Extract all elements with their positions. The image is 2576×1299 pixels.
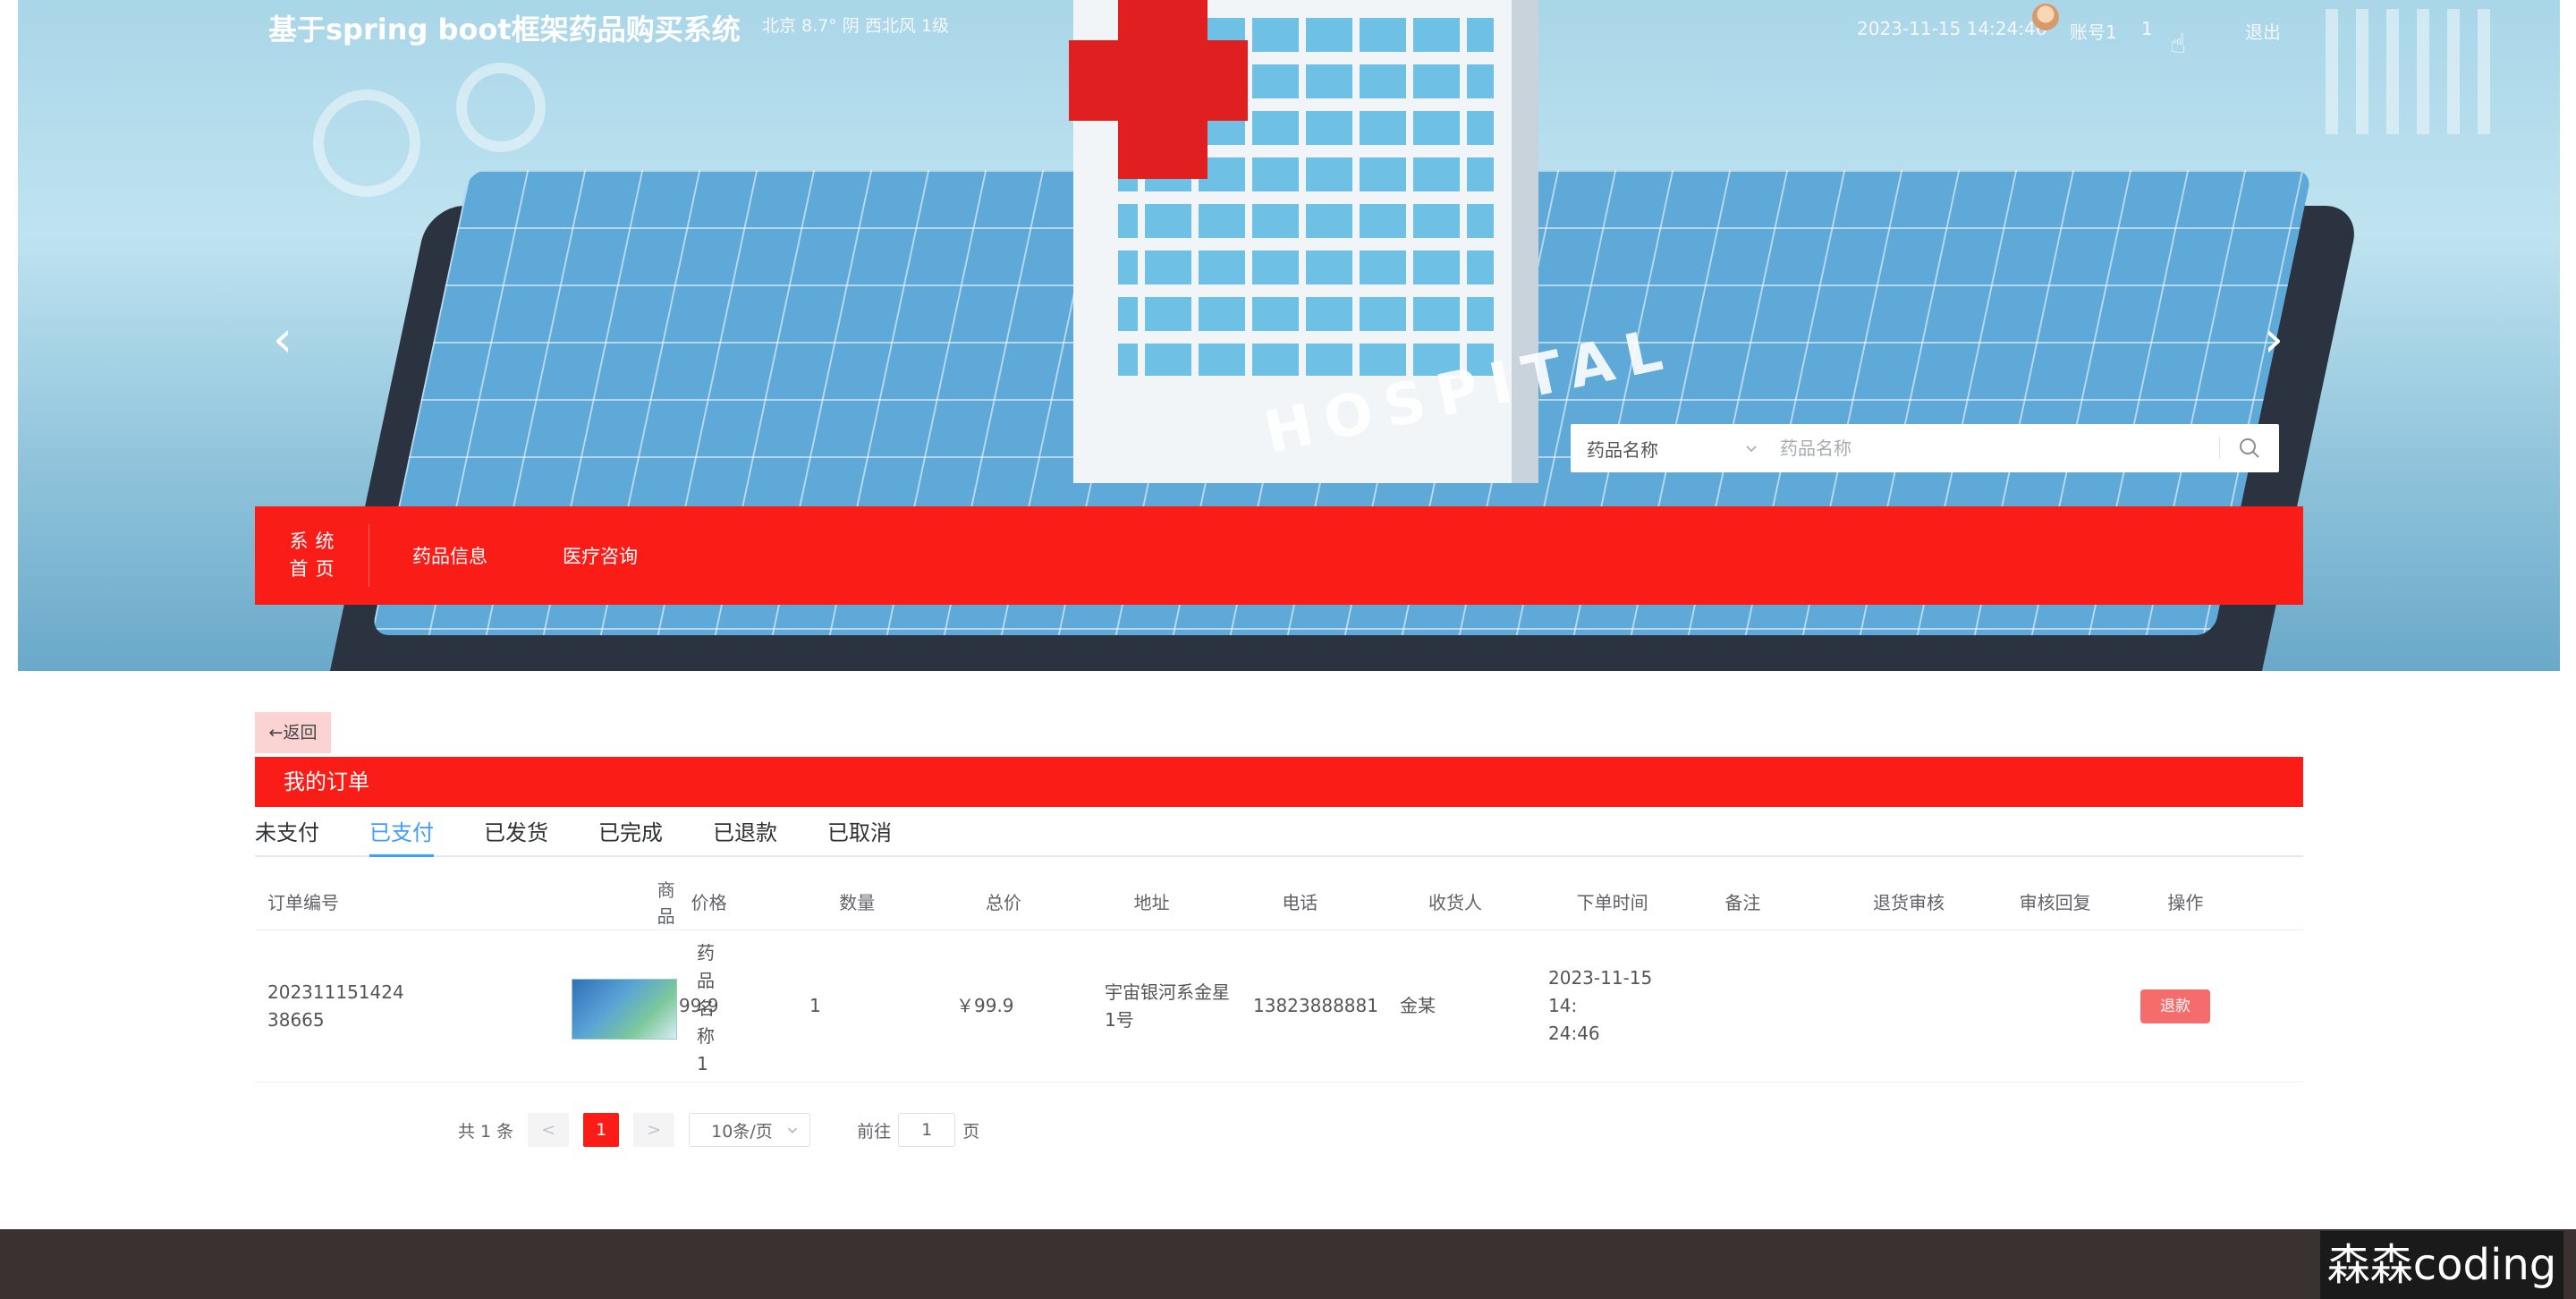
column-header: 收货人	[1428, 892, 1482, 913]
quantity-cell: 1	[809, 995, 821, 1016]
goto-suffix: 页	[962, 1121, 980, 1142]
column-header: 备注	[1724, 892, 1761, 913]
red-cross-icon-bar	[1069, 40, 1248, 121]
account-number: 1	[2141, 18, 2153, 39]
tab-completed[interactable]: 已完成	[598, 816, 663, 857]
carousel-next-arrow[interactable]: ›	[2256, 313, 2292, 367]
order-time-line2: 24:46	[1548, 1023, 1600, 1044]
avatar[interactable]	[2032, 4, 2059, 30]
chevron-down-icon	[1746, 446, 1757, 453]
phone-cell: 13823888881	[1253, 995, 1378, 1016]
site-title: 基于spring boot框架药品购买系统	[268, 13, 741, 47]
tab-cancelled[interactable]: 已取消	[827, 816, 892, 857]
pagination-total: 共 1 条	[458, 1121, 514, 1142]
column-header: 退货审核	[1873, 892, 1945, 913]
column-header: 电话	[1282, 892, 1318, 913]
weather-info: 北京 8.7° 阴 西北风 1级	[762, 16, 949, 36]
orders-table: 订单编号 商品 价格 数量 总价 地址 电话 收货人 下单时间 备注 退货审核 …	[255, 873, 2303, 1082]
column-header: 数量	[839, 892, 876, 913]
video-watermark: 森森coding	[2320, 1231, 2563, 1299]
order-status-tabs: 未支付 已支付 已发货 已完成 已退款 已取消	[255, 816, 2303, 857]
tab-unpaid[interactable]: 未支付	[255, 816, 319, 857]
nav-item-medical-consult[interactable]: 医疗咨询	[563, 542, 670, 569]
pagination-prev-button[interactable]: <	[528, 1113, 570, 1147]
order-number-line2: 38665	[267, 1008, 325, 1031]
nav-home[interactable]: 系统 首页	[255, 524, 369, 587]
column-header: 订单编号	[267, 892, 339, 913]
account-name[interactable]: 账号1	[2070, 18, 2117, 44]
search-field-select[interactable]: 药品名称	[1571, 424, 1776, 472]
decorative-bars	[2326, 9, 2504, 134]
tab-refunded[interactable]: 已退款	[713, 816, 777, 857]
chevron-down-icon	[788, 1127, 798, 1133]
total-cell: ￥99.9	[956, 995, 1014, 1016]
order-number-cell: 202311151424 38665	[255, 979, 404, 1034]
search-button[interactable]	[2220, 424, 2279, 472]
main-nav: 系统 首页 药品信息 医疗咨询	[255, 506, 2303, 605]
order-number-line1: 202311151424	[267, 981, 404, 1003]
search-icon	[2240, 438, 2259, 458]
page-right-gutter	[2560, 0, 2576, 1299]
nav-home-line2: 首页	[289, 558, 342, 580]
goods-name: 药品名称1	[697, 941, 715, 1074]
hero-banner: HOSPITAL ‹ › 基于spring boot框架药品购买系统 北京 8.…	[0, 0, 2576, 671]
carousel-prev-arrow[interactable]: ‹	[265, 313, 301, 367]
table-header: 订单编号 商品 价格 数量 总价 地址 电话 收货人 下单时间 备注 退货审核 …	[255, 873, 2303, 930]
pagination: 共 1 条 < 1 > 10条/页 前往 页	[458, 1113, 979, 1147]
hand-cursor-icon: ☝	[2170, 29, 2187, 60]
order-time-cell: 2023-11-15 14: 24:46	[1536, 964, 1684, 1048]
logout-link[interactable]: 退出	[2245, 18, 2281, 44]
goods-cell: 药品名称1	[403, 930, 715, 1082]
back-button[interactable]: ←返回	[255, 712, 331, 753]
decorative-ring	[456, 63, 546, 152]
page-left-gutter	[0, 0, 18, 671]
table-row: 202311151424 38665 药品名称1 ￥99.9 1 ￥99.9 宇…	[255, 930, 2303, 1082]
column-header: 下单时间	[1576, 892, 1648, 913]
address-line2: 1号	[1105, 1008, 1134, 1031]
page-title: 我的订单	[255, 757, 2303, 807]
column-header: 商品	[657, 879, 675, 927]
column-header: 总价	[985, 892, 1021, 913]
column-header: 操作	[2167, 892, 2204, 913]
address-line1: 宇宙银河系金星	[1105, 981, 1230, 1003]
address-cell: 宇宙银河系金星 1号	[1092, 979, 1241, 1034]
goto-prefix: 前往	[857, 1121, 892, 1142]
pagination-next-button[interactable]: >	[633, 1113, 675, 1147]
order-time-line1: 2023-11-15 14:	[1548, 967, 1653, 1016]
page-size-value: 10条/页	[711, 1121, 773, 1142]
page-size-select[interactable]: 10条/页	[689, 1113, 811, 1147]
current-datetime: 2023-11-15 14:24:46	[1857, 18, 2047, 39]
goods-thumbnail[interactable]	[572, 978, 677, 1040]
search-input[interactable]	[1776, 424, 2219, 472]
search-field-select-value: 药品名称	[1587, 438, 1658, 461]
receiver-cell: 金某	[1400, 995, 1436, 1016]
goto-page-input[interactable]	[898, 1113, 956, 1147]
nav-item-drug-info[interactable]: 药品信息	[412, 542, 520, 569]
search-box: 药品名称	[1571, 424, 2279, 472]
action-cell: 退款	[2128, 989, 2276, 1023]
pagination-page-1[interactable]: 1	[583, 1113, 620, 1147]
page-footer	[0, 1229, 2576, 1299]
nav-home-line1: 系统	[289, 531, 342, 552]
tab-paid[interactable]: 已支付	[369, 816, 434, 857]
column-header: 地址	[1133, 892, 1170, 913]
refund-button[interactable]: 退款	[2140, 989, 2210, 1023]
column-header: 价格	[691, 892, 727, 913]
decorative-ring	[313, 89, 420, 197]
tab-shipped[interactable]: 已发货	[484, 816, 548, 857]
column-header: 审核回复	[2019, 892, 2091, 913]
